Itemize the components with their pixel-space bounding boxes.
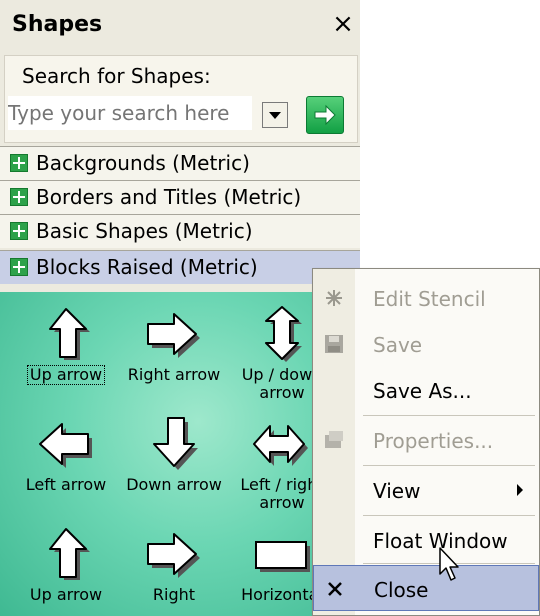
- stencil-icon: [10, 188, 28, 206]
- left-right-arrow-icon: [253, 425, 308, 466]
- close-icon: [328, 582, 342, 596]
- search-label: Search for Shapes:: [22, 64, 211, 88]
- shape-left-arrow[interactable]: Left arrow: [10, 416, 122, 494]
- menu-item-save-as[interactable]: Save As...: [313, 367, 539, 413]
- menu-item-label: Edit Stencil: [373, 287, 486, 311]
- arrow-right-icon: [314, 104, 336, 126]
- shape-down-arrow[interactable]: Down arrow: [118, 416, 230, 494]
- shape-label: Down arrow: [126, 475, 222, 494]
- shape-up-arrow[interactable]: Up arrow: [10, 306, 122, 385]
- stencil-borders-titles[interactable]: Borders and Titles (Metric): [0, 180, 360, 214]
- shapes-panel: Shapes × Search for Shapes: Backgrounds …: [0, 0, 360, 616]
- menu-item-label: Close: [374, 578, 429, 602]
- mouse-pointer-icon: [439, 547, 459, 581]
- stencil-label: Borders and Titles (Metric): [36, 185, 302, 209]
- right-arrow-icon: [147, 313, 200, 358]
- stencil-label: Backgrounds (Metric): [36, 151, 250, 175]
- save-icon: [325, 335, 343, 353]
- horizontal-block-icon: [255, 541, 310, 572]
- search-input[interactable]: [8, 96, 252, 130]
- shape-label: Left arrow: [25, 475, 107, 494]
- down-arrow-icon: [153, 417, 198, 470]
- menu-item-edit-stencil[interactable]: Edit Stencil: [313, 275, 539, 321]
- stencil-basic-shapes[interactable]: Basic Shapes (Metric): [0, 214, 360, 248]
- stencil-icon: [10, 258, 28, 276]
- stencil-label: Basic Shapes (Metric): [36, 219, 253, 243]
- shape-right-arrow-2[interactable]: Right: [118, 526, 230, 604]
- up-down-arrow-icon: [265, 306, 302, 362]
- panel-title: Shapes: [12, 12, 103, 37]
- shape-up-arrow-2[interactable]: Up arrow: [10, 526, 122, 604]
- menu-item-view[interactable]: View: [313, 467, 539, 513]
- panel-titlebar: Shapes ×: [0, 0, 360, 52]
- menu-item-save[interactable]: Save: [313, 321, 539, 367]
- submenu-arrow-icon: [517, 484, 523, 496]
- menu-item-properties[interactable]: Properties...: [313, 417, 539, 463]
- stencil-icon: [10, 154, 28, 172]
- properties-icon: [325, 431, 343, 448]
- search-dropdown-button[interactable]: [262, 102, 288, 128]
- menu-item-label: Save As...: [373, 379, 472, 403]
- up-arrow-icon: [49, 528, 90, 580]
- stencil-label: Blocks Raised (Metric): [36, 255, 258, 279]
- shape-label: Up arrow: [26, 365, 106, 385]
- panel-close-button[interactable]: ×: [330, 8, 356, 40]
- stencil-backgrounds[interactable]: Backgrounds (Metric): [0, 146, 360, 180]
- edit-stencil-icon: [326, 290, 342, 306]
- stencil-blocks-raised[interactable]: Blocks Raised (Metric): [0, 250, 360, 284]
- shape-label: Right: [152, 585, 196, 604]
- shape-label: Up arrow: [29, 585, 103, 604]
- menu-item-label: View: [373, 479, 421, 503]
- menu-item-close[interactable]: Close: [313, 565, 539, 611]
- search-go-button[interactable]: [306, 96, 344, 134]
- menu-separator: [363, 465, 535, 466]
- menu-item-label: Properties...: [373, 429, 494, 453]
- menu-separator: [363, 415, 535, 416]
- menu-item-label: Save: [373, 333, 423, 357]
- chevron-down-icon: [269, 112, 281, 119]
- right-arrow-icon: [147, 533, 200, 578]
- up-arrow-icon: [49, 308, 90, 360]
- stencil-icon: [10, 222, 28, 240]
- shape-label: Right arrow: [127, 365, 221, 384]
- shape-right-arrow[interactable]: Right arrow: [118, 306, 230, 384]
- left-arrow-icon: [39, 423, 92, 468]
- context-menu: Edit Stencil Save Save As... Properties.…: [312, 268, 540, 616]
- menu-item-float-window[interactable]: Float Window: [313, 517, 539, 563]
- menu-separator: [363, 515, 535, 516]
- shape-gallery: Up arrow Right arrow Up / down arrow Lef…: [0, 292, 360, 616]
